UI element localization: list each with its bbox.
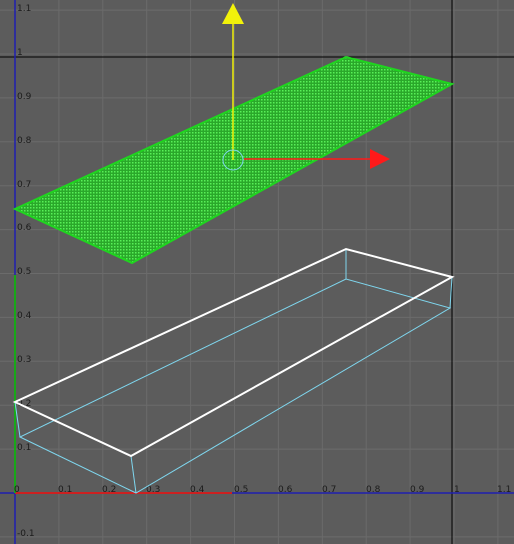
- y-axis-handle-arrow-icon[interactable]: [222, 3, 244, 24]
- x-tick-label: 0.3: [146, 485, 160, 495]
- y-tick-label: 1.1: [17, 4, 31, 14]
- y-tick-label: 0.7: [17, 180, 31, 190]
- y-tick-label: 0.9: [17, 92, 32, 102]
- x-tick-label: 0.9: [410, 485, 425, 495]
- wireframe-box[interactable]: [12, 247, 455, 494]
- x-tick-label: 0: [14, 485, 20, 495]
- x-tick-label: 0.2: [102, 485, 116, 495]
- y-tick-label: 1: [17, 48, 23, 58]
- box-vertical-edge: [130, 455, 137, 494]
- x-tick-label: 0.5: [234, 485, 248, 495]
- y-tick-label: 0.5: [17, 267, 31, 277]
- x-axis-handle-arrow-icon[interactable]: [370, 149, 390, 169]
- y-tick-label: 0.4: [17, 311, 32, 321]
- y-tick-label: 0.8: [17, 136, 32, 146]
- x-tick-label: 0.6: [278, 485, 293, 495]
- x-tick-label: 0.1: [58, 485, 72, 495]
- viewport-3d[interactable]: 0 0.1 0.2 0.3 0.4 0.5 0.6 0.7 0.8 0.9 1 …: [0, 0, 514, 544]
- x-tick-label: 0.7: [322, 485, 336, 495]
- y-tick-label: 0.1: [17, 443, 31, 453]
- y-tick-label: -0.1: [17, 529, 35, 539]
- x-tick-label: 0.4: [190, 485, 205, 495]
- y-tick-label: 0.3: [17, 355, 31, 365]
- x-tick-label: 1: [454, 485, 460, 495]
- y-axis-tick-labels: 1.1 1 0.9 0.8 0.7 0.6 0.5 0.4 0.3 0.2 0.…: [17, 4, 35, 539]
- x-tick-label: 1.1: [497, 485, 511, 495]
- viewport-canvas[interactable]: 0 0.1 0.2 0.3 0.4 0.5 0.6 0.7 0.8 0.9 1 …: [0, 0, 514, 544]
- x-tick-label: 0.8: [366, 485, 381, 495]
- box-top-face: [12, 247, 455, 458]
- y-tick-label: 0.6: [17, 223, 32, 233]
